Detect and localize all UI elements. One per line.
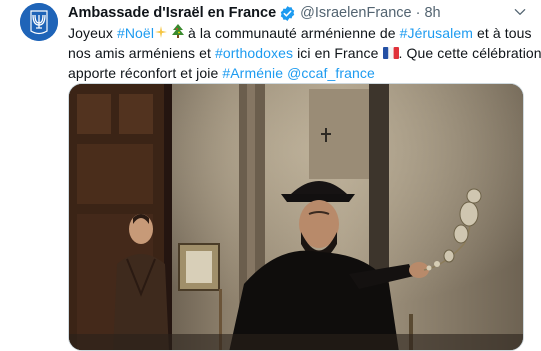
sparkles-emoji [154, 25, 168, 44]
text-segment: ici en France [293, 45, 383, 62]
hashtag-armenie[interactable]: #Arménie [222, 65, 283, 81]
avatar[interactable] [20, 3, 58, 41]
text-segment: apporte réconfort et joie [68, 65, 223, 82]
verified-badge-icon [279, 5, 296, 22]
text-segment: . Que cette célébration [398, 45, 541, 62]
text-segment: et à tous [472, 25, 532, 41]
tweet-text-line-2: nos amis arméniens et #orthodoxes ici en… [68, 44, 541, 64]
menorah-emblem-icon [20, 3, 58, 41]
hashtag-orthodoxes[interactable]: #orthodoxes [215, 45, 293, 61]
tweet-photo[interactable] [68, 83, 524, 351]
timestamp[interactable]: 8h [424, 5, 440, 21]
tweet-text: Joyeux #Noël à la communauté arménienne … [68, 24, 541, 83]
author-handle[interactable]: @IsraelenFrance [300, 5, 411, 21]
text-segment: à la communauté arménienne de [184, 25, 400, 41]
text-segment: Joyeux [68, 25, 117, 41]
tweet[interactable]: Ambassade d'Israël en France @IsraelenFr… [0, 0, 541, 351]
tweet-text-line-1: Joyeux #Noël à la communauté arménienne … [68, 24, 531, 44]
christmas-tree-emoji [172, 24, 185, 44]
separator-dot: · [415, 5, 421, 21]
church-ceremony-photo [69, 84, 523, 350]
text-segment: nos amis arméniens et [68, 45, 215, 62]
hashtag-jerusalem[interactable]: #Jérusalem [400, 25, 473, 41]
hashtag-noel[interactable]: #Noël [117, 25, 154, 41]
tweet-text-line-3: apporte réconfort et joie #Arménie @ccaf… [68, 64, 528, 83]
more-options-button[interactable] [510, 2, 530, 22]
author-name[interactable]: Ambassade d'Israël en France [68, 5, 276, 21]
french-flag-emoji [382, 45, 399, 64]
chevron-down-icon [514, 9, 526, 15]
tweet-header: Ambassade d'Israël en France @IsraelenFr… [68, 3, 441, 23]
mention-ccaf-france[interactable]: @ccaf_france [287, 65, 375, 81]
